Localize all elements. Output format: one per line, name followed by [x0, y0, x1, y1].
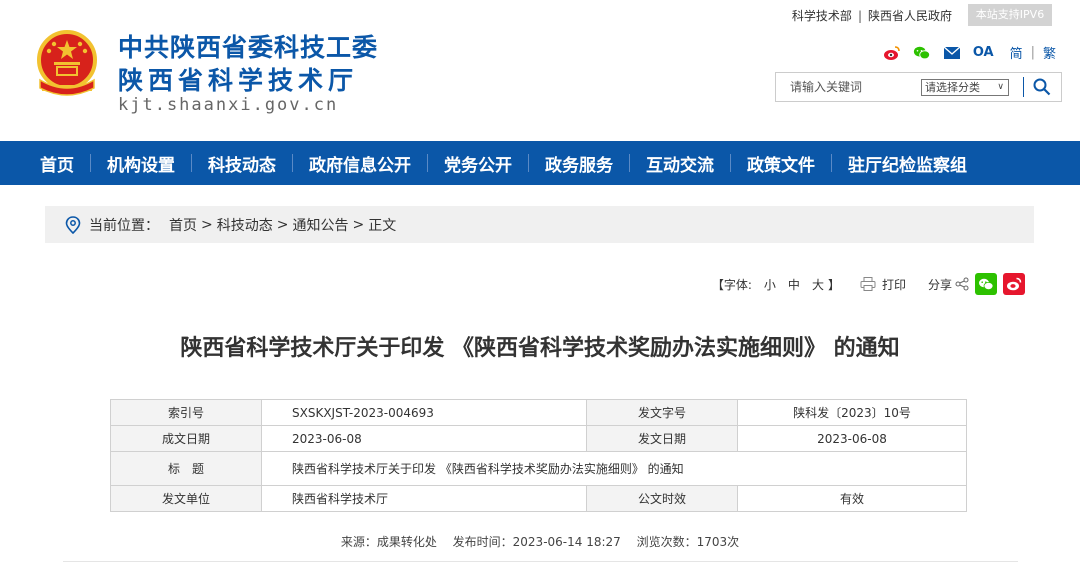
main-nav: 首页 机构设置 科技动态 政府信息公开 党务公开 政务服务 互动交流 政策文件 … [0, 141, 1080, 185]
meta-value: 陕科发〔2023〕10号 [737, 399, 967, 426]
mail-icon[interactable] [943, 44, 961, 62]
breadcrumb-home[interactable]: 首页 [169, 215, 197, 235]
government-link[interactable]: 陕西省人民政府 [868, 9, 952, 23]
share-section: 分享 [928, 273, 1025, 295]
print-label: 打印 [881, 277, 906, 292]
breadcrumb-separator: > [352, 216, 365, 233]
meta-value: 2023-06-08 [737, 425, 967, 452]
meta-value: 陕西省科学技术厅 [261, 485, 587, 512]
table-row: 标 题 陕西省科学技术厅关于印发 《陕西省科学技术奖励办法实施细则》 的通知 [110, 451, 967, 486]
table-row: 索引号 SXSKXJST-2023-004693 发文字号 陕科发〔2023〕1… [110, 399, 967, 426]
site-name-department: 陕西省科学技术厅 [118, 66, 359, 95]
national-emblem-logo[interactable] [34, 30, 100, 102]
wechat-icon[interactable] [913, 44, 931, 62]
share-wechat-button[interactable] [975, 273, 997, 295]
share-icon [955, 277, 969, 291]
nav-item-party-affairs[interactable]: 党务公开 [428, 151, 528, 176]
weibo-icon [1007, 277, 1022, 291]
search-box: 请选择分类 ∨ [775, 72, 1062, 102]
social-links: OA 简 | 繁 [871, 43, 1056, 62]
search-button[interactable] [1024, 73, 1060, 101]
meta-label: 发文日期 [586, 425, 738, 452]
breadcrumb-tech-news[interactable]: 科技动态 [217, 215, 273, 235]
breadcrumb: 当前位置： 首页 > 科技动态 > 通知公告 > 正文 [45, 206, 1034, 243]
weibo-icon[interactable] [883, 44, 901, 62]
table-row: 发文单位 陕西省科学技术厅 公文时效 有效 [110, 485, 967, 512]
meta-value: SXSKXJST-2023-004693 [261, 399, 587, 426]
search-input[interactable] [776, 80, 916, 94]
nav-item-gov-info[interactable]: 政府信息公开 [293, 151, 427, 176]
lang-traditional[interactable]: 繁 [1043, 43, 1056, 62]
table-row: 成文日期 2023-06-08 发文日期 2023-06-08 [110, 425, 967, 452]
nav-item-services[interactable]: 政务服务 [529, 151, 629, 176]
wechat-icon [979, 278, 994, 290]
nav-item-policy[interactable]: 政策文件 [731, 151, 831, 176]
font-small-button[interactable]: 小 [764, 276, 776, 293]
site-domain: kjt.shaanxi.gov.cn [118, 95, 339, 115]
article-title: 陕西省科学技术厅关于印发 《陕西省科学技术奖励办法实施细则》 的通知 [180, 336, 900, 361]
article-publish-time: 发布时间：2023-06-14 18:27 [452, 535, 621, 549]
font-large-button[interactable]: 大 [812, 276, 824, 293]
location-pin-icon [65, 215, 81, 234]
meta-label: 标 题 [110, 451, 262, 486]
divider [63, 561, 1018, 562]
site-name-party: 中共陕西省委科技工委 [118, 33, 379, 62]
meta-label: 发文字号 [586, 399, 738, 426]
divider: | [1030, 45, 1035, 60]
breadcrumb-prefix: 当前位置： [89, 217, 159, 234]
ipv6-badge: 本站支持IPV6 [968, 4, 1052, 26]
article-source-line: 来源：成果转化处 发布时间：2023-06-14 18:27 浏览次数：1703… [0, 533, 1080, 550]
printer-icon [860, 277, 876, 291]
article-view-count: 浏览次数：1703次 [636, 535, 740, 549]
font-medium-button[interactable]: 中 [788, 276, 800, 293]
site-header: 中共陕西省委科技工委 陕西省科学技术厅 kjt.shaanxi.gov.cn 科… [0, 0, 1080, 141]
category-select[interactable]: 请选择分类 ∨ [921, 78, 1009, 96]
print-button[interactable]: 打印 [860, 276, 906, 293]
article-tools: 【字体: 小 中 大 】 打印 分享 [712, 273, 1025, 295]
font-size-close: 】 [827, 277, 840, 292]
meta-value: 有效 [737, 485, 967, 512]
article-source: 来源：成果转化处 [340, 535, 437, 549]
category-select-value: 请选择分类 [925, 80, 980, 94]
share-label: 分享 [927, 277, 952, 292]
meta-label: 成文日期 [110, 425, 262, 452]
meta-label: 公文时效 [586, 485, 738, 512]
nav-item-organization[interactable]: 机构设置 [91, 151, 191, 176]
breadcrumb-current: 正文 [368, 217, 397, 234]
chevron-down-icon: ∨ [997, 81, 1004, 92]
breadcrumb-separator: > [276, 216, 289, 233]
nav-item-home[interactable]: 首页 [26, 151, 90, 176]
nav-item-discipline[interactable]: 驻厅纪检监察组 [832, 151, 983, 176]
top-links: 科学技术部 | 陕西省人民政府 [792, 7, 952, 24]
divider: | [857, 9, 862, 23]
nav-item-tech-news[interactable]: 科技动态 [192, 151, 292, 176]
nav-item-interaction[interactable]: 互动交流 [630, 151, 730, 176]
meta-label: 索引号 [110, 399, 262, 426]
meta-value: 陕西省科学技术厅关于印发 《陕西省科学技术奖励办法实施细则》 的通知 [261, 451, 967, 486]
meta-value: 2023-06-08 [261, 425, 587, 452]
document-meta-table: 索引号 SXSKXJST-2023-004693 发文字号 陕科发〔2023〕1… [110, 399, 967, 512]
ministry-link[interactable]: 科学技术部 [792, 9, 852, 23]
share-weibo-button[interactable] [1003, 273, 1025, 295]
meta-label: 发文单位 [110, 485, 262, 512]
breadcrumb-notices[interactable]: 通知公告 [292, 215, 348, 235]
lang-simplified[interactable]: 简 [1010, 43, 1023, 62]
oa-label[interactable]: OA [973, 44, 994, 62]
font-size-label: 【字体: [711, 277, 752, 292]
search-icon [1033, 78, 1051, 96]
breadcrumb-separator: > [201, 216, 213, 233]
